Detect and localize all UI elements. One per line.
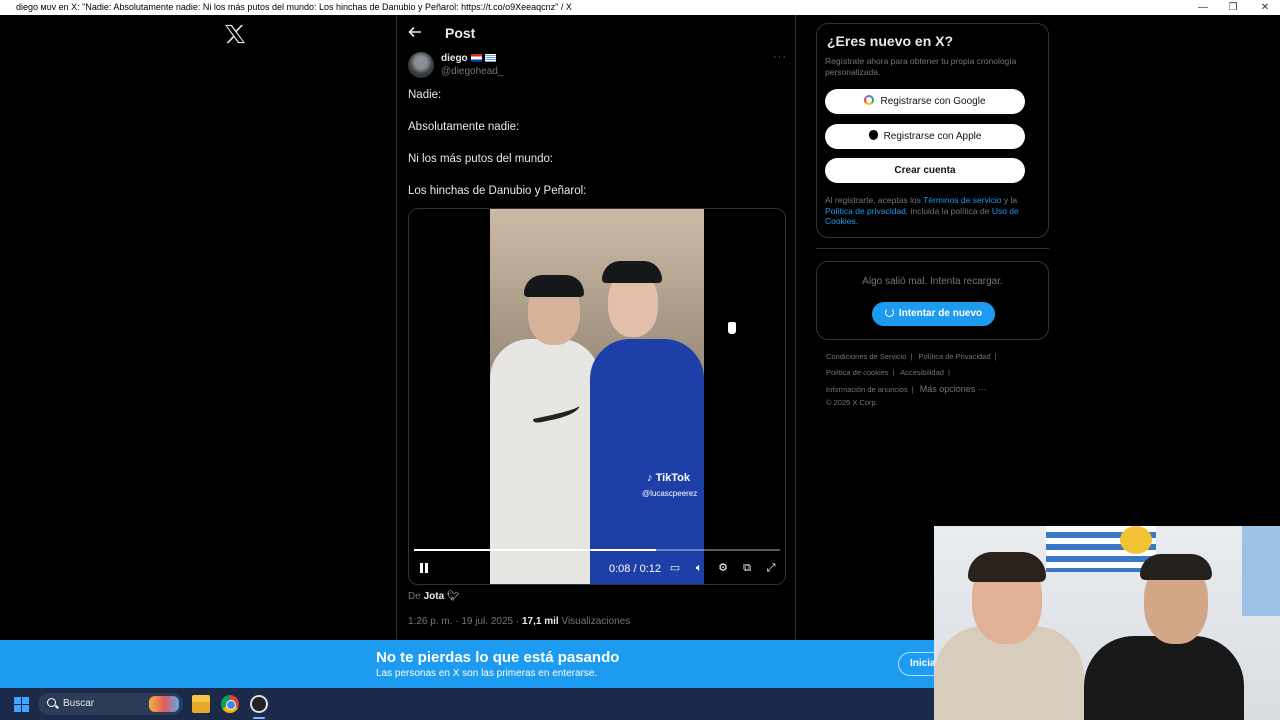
- footer-link-terms[interactable]: Condiciones de Servicio: [826, 352, 906, 361]
- create-account-button[interactable]: Crear cuenta: [825, 158, 1025, 183]
- retry-button[interactable]: Intentar de nuevo: [872, 302, 995, 326]
- signup-legal-text: Al registrarte, aceptas los Términos de …: [825, 195, 1041, 227]
- chrome-icon[interactable]: [221, 695, 239, 713]
- taskbar-search-label: Buscar: [63, 698, 95, 709]
- tiktok-watermark: ♪ TikTok: [647, 472, 690, 484]
- author-name-text: diego: [441, 53, 468, 64]
- post-time[interactable]: 1:26 p. m.: [408, 616, 452, 627]
- apple-signup-label: Registrarse con Apple: [883, 131, 982, 142]
- video-player[interactable]: ♪ TikTok @lucascpeerez 0:08 / 0:12 ▭ 🔈︎ …: [408, 208, 786, 585]
- author-name[interactable]: diego: [441, 53, 496, 64]
- footer-link-accessibility[interactable]: Accesibilidad: [900, 368, 944, 377]
- windows-start-icon[interactable]: [14, 697, 29, 712]
- webcam-overlay: [934, 526, 1280, 720]
- bird-icon: 🐦︎: [446, 591, 460, 602]
- footer-link-ads-info[interactable]: Información de anuncios: [826, 385, 908, 394]
- webcam-jersey: [1242, 526, 1280, 616]
- google-signup-button[interactable]: Registrarse con Google: [825, 89, 1025, 114]
- uruguay-flag-icon: [484, 54, 496, 63]
- post-line: Nadie:: [408, 89, 442, 101]
- more-options-icon[interactable]: ···: [773, 51, 787, 63]
- refresh-icon: [884, 308, 894, 317]
- attribution-name[interactable]: Jota: [424, 591, 445, 602]
- webcam-flag-sun: [1120, 526, 1152, 554]
- privacy-link[interactable]: Política de privacidad: [825, 206, 906, 216]
- apple-icon: [868, 130, 878, 140]
- google-icon: [864, 95, 875, 105]
- webcam-person-right-hair: [1140, 554, 1212, 580]
- post-date[interactable]: 19 jul. 2025: [461, 616, 513, 627]
- footer-link-cookies[interactable]: Política de cookies: [826, 368, 889, 377]
- captions-icon[interactable]: ▭: [668, 561, 682, 575]
- apple-signup-button[interactable]: Registrarse con Apple: [825, 124, 1025, 149]
- post-header: Post: [397, 15, 797, 51]
- video-attribution: De Jota 🐦︎: [408, 591, 460, 602]
- search-highlight-icon: [149, 696, 179, 712]
- active-app-indicator: [253, 717, 265, 719]
- copyright: © 2025 X Corp.: [826, 398, 878, 407]
- google-signup-label: Registrarse con Google: [880, 96, 986, 107]
- author-handle[interactable]: @diegohead_: [441, 66, 503, 77]
- webcam-person-right-body: [1084, 636, 1244, 720]
- error-card: Algo salió mal. Intenta recargar. Intent…: [816, 261, 1049, 340]
- window-title: diego ᴍᴜᴠ en X: "Nadie: Absolutamente na…: [16, 2, 572, 12]
- file-explorer-icon[interactable]: [192, 695, 210, 713]
- volume-icon[interactable]: 🔈︎: [692, 561, 706, 575]
- signup-subtitle: Regístrate ahora para obtener tu propia …: [825, 56, 1017, 77]
- views-label: Visualizaciones: [561, 616, 631, 627]
- settings-gear-icon[interactable]: ⚙︎: [716, 561, 730, 575]
- tiktok-handle: @lucascpeerez: [642, 489, 698, 498]
- legal-prefix: Al registrarte, aceptas los: [825, 195, 921, 205]
- mouse-cursor-icon: [727, 321, 737, 335]
- video-progress-fill: [414, 549, 656, 551]
- views-count: 17,1 mil: [521, 616, 559, 627]
- author-avatar[interactable]: [408, 52, 434, 78]
- banner-subtitle: Las personas en X son las primeras en en…: [376, 668, 598, 679]
- search-icon: [47, 698, 56, 707]
- obs-icon[interactable]: [250, 695, 268, 713]
- legal-including: , incluida la política de: [905, 205, 990, 216]
- video-cap-left: [524, 275, 584, 297]
- pause-icon[interactable]: [417, 561, 431, 575]
- video-cap-right: [602, 261, 662, 283]
- tiktok-watermark-text: TikTok: [655, 472, 690, 484]
- attribution-prefix: De: [408, 591, 421, 602]
- video-progress-bar[interactable]: [414, 549, 780, 551]
- terms-link[interactable]: Términos de servicio: [923, 195, 1001, 205]
- post-metadata: 1:26 p. m. · 19 jul. 2025 · 17,1 mil Vis…: [408, 616, 631, 627]
- fullscreen-icon[interactable]: ⤢: [764, 561, 778, 575]
- sidebar-divider: [816, 248, 1049, 249]
- window-maximize-button[interactable]: ❐: [1218, 0, 1248, 15]
- legal-end: .: [855, 216, 859, 226]
- footer-link-privacy[interactable]: Política de Privacidad: [919, 352, 991, 361]
- taskbar-search[interactable]: Buscar: [38, 693, 183, 715]
- window-title-bar: diego ᴍᴜᴠ en X: "Nadie: Absolutamente na…: [0, 0, 1280, 15]
- signup-title: ¿Eres nuevo en X?: [827, 33, 954, 49]
- video-frame[interactable]: ♪ TikTok @lucascpeerez: [490, 209, 704, 584]
- window-close-button[interactable]: ✕: [1250, 0, 1280, 15]
- signup-card: ¿Eres nuevo en X? Regístrate ahora para …: [816, 23, 1049, 238]
- paraguay-flag-icon: [470, 54, 482, 63]
- error-message: Algo salió mal. Intenta recargar.: [862, 276, 1003, 287]
- page-title: Post: [445, 25, 476, 41]
- window-minimize-button[interactable]: —: [1188, 0, 1218, 15]
- banner-title: No te pierdas lo que está pasando: [376, 649, 620, 666]
- video-duration: 0:12: [639, 563, 662, 575]
- back-arrow-icon[interactable]: [407, 24, 423, 40]
- post-line: Ni los más putos del mundo:: [408, 153, 554, 165]
- webcam-person-left-hair: [968, 552, 1046, 582]
- legal-and: y la: [1003, 195, 1018, 205]
- picture-in-picture-icon[interactable]: ⧉: [740, 561, 754, 575]
- video-current-time: 0:08: [609, 563, 631, 575]
- retry-label: Intentar de nuevo: [898, 308, 983, 319]
- post-line: Los hinchas de Danubio y Peñarol:: [408, 185, 587, 197]
- post-line: Absolutamente nadie:: [408, 121, 520, 133]
- footer-link-more-options[interactable]: Más opciones ···: [920, 384, 987, 394]
- x-logo-icon[interactable]: [224, 24, 246, 44]
- video-time: 0:08 / 0:12: [609, 563, 662, 575]
